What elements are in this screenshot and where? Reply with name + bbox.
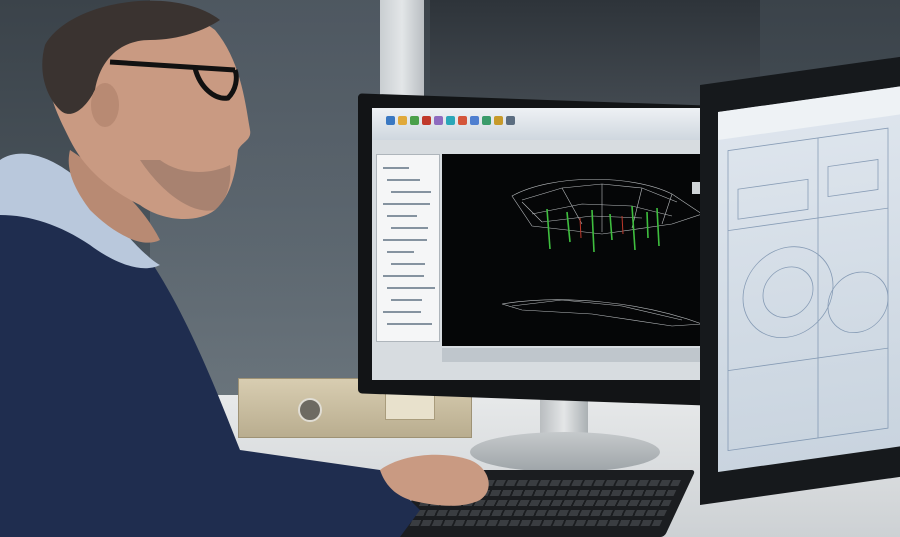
help-icon: [506, 116, 515, 125]
engineer-person: [0, 0, 489, 537]
right-monitor-screen: [718, 86, 900, 472]
drillhole-markers: [579, 215, 624, 239]
sweater: [0, 194, 420, 537]
ore-body-mesh: [501, 178, 703, 327]
blueprint-drawing: [718, 86, 900, 452]
ear: [91, 83, 119, 127]
office-scene: [0, 0, 900, 537]
drillhole-lines: [546, 205, 660, 253]
